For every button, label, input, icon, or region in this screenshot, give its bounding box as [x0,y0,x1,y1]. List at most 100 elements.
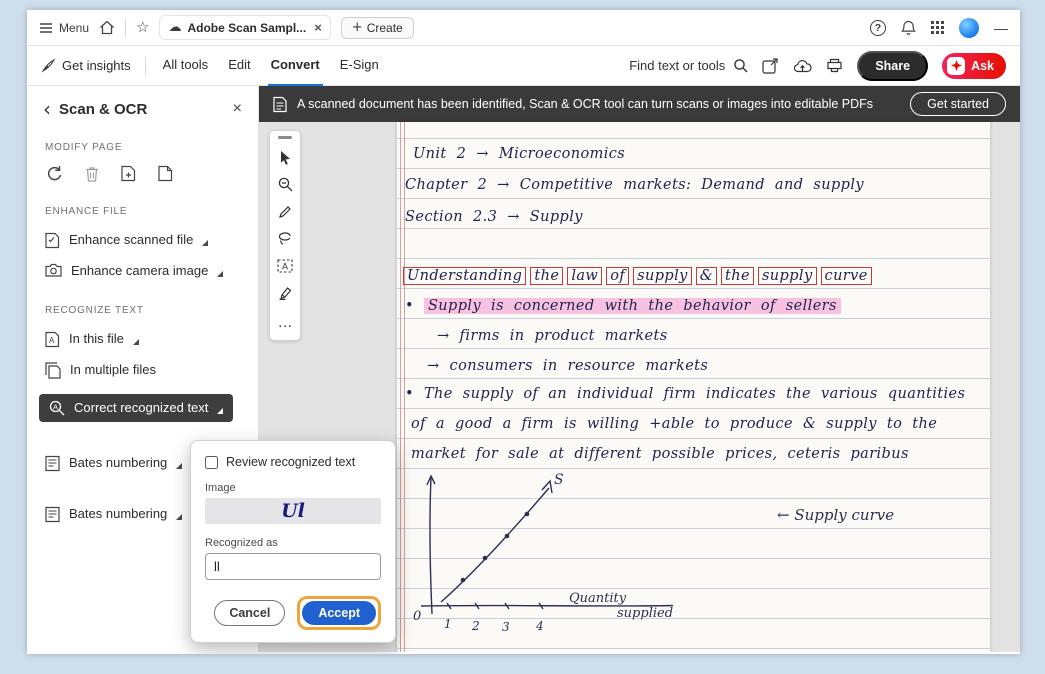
sidebar-item-in-multiple-files[interactable]: In multiple files [27,355,258,386]
handwriting-line: Unit 2 → Microeconomics [413,146,625,162]
submenu-corner-icon [217,408,223,414]
handwriting-line: → consumers in resource markets [427,358,708,374]
scanned-page[interactable]: Unit 2 → Microeconomics Chapter 2 → Comp… [397,122,990,652]
highlighted-text: Supply is concerned with the behavior of… [424,298,841,314]
section-recognize-text: RECOGNIZE TEXT [45,305,240,316]
more-tools-button[interactable]: … [272,309,298,336]
cancel-button[interactable]: Cancel [214,600,285,626]
tab-esign[interactable]: E-Sign [337,46,382,86]
app-switcher-icon[interactable] [931,21,944,34]
svg-text:A: A [49,336,55,345]
zoom-tool[interactable] [272,171,298,198]
notifications-bell-icon[interactable] [901,20,916,36]
share-button[interactable]: Share [857,51,928,81]
menu-button[interactable]: Menu [39,21,89,35]
submenu-corner-icon [202,240,208,246]
tab-label: Edit [228,57,250,72]
submenu-corner-icon [176,514,182,520]
text-recognition-tool[interactable]: A [272,252,298,279]
ask-ai-button[interactable]: Ask [942,53,1006,79]
export-icon[interactable] [762,58,779,74]
sidebar-item-label: Enhance camera image [71,263,208,278]
handwriting-line: Chapter 2 → Competitive markets: Demand … [405,177,864,193]
ocr-boxed-heading: Understanding the law of supply & the su… [403,267,872,285]
insert-page-icon[interactable] [121,165,136,182]
star-icon[interactable]: ☆ [136,20,149,35]
accept-button[interactable]: Accept [302,601,376,625]
submenu-corner-icon [217,271,223,277]
tab-label: Convert [271,57,320,72]
home-button[interactable] [99,20,115,35]
tab-convert[interactable]: Convert [268,46,323,86]
extract-page-icon[interactable] [158,165,173,182]
camera-icon [45,263,62,277]
ocr-word-box[interactable]: the [530,267,563,285]
search-icon [733,58,748,73]
delete-page-icon[interactable] [85,166,99,182]
get-insights-label: Get insights [62,58,131,73]
modify-page-tools [27,161,258,186]
ocr-word-box[interactable]: supply [758,267,817,285]
print-icon[interactable] [826,58,843,73]
titlebar-divider [125,19,126,37]
highlighter-tool[interactable] [272,279,298,306]
help-icon: ? [875,22,881,34]
correct-recognized-text-dialog: Review recognized text Image Ul Recogniz… [190,440,396,643]
ocr-word-box[interactable]: law [567,267,602,285]
document-tab[interactable]: ☁ Adobe Scan Sampl... × [159,15,330,40]
minimize-icon[interactable]: — [994,20,1008,36]
x-axis-label: Quantity [569,591,627,606]
bates-numbering-icon [45,455,60,472]
review-checkbox-label: Review recognized text [226,455,355,469]
content-area: ‹ Scan & OCR × MODIFY PAGE ENHANCE FILE … [27,86,1020,652]
ocr-suggestion-banner: A scanned document has been identified, … [259,86,1020,122]
tab-close-icon[interactable]: × [314,20,322,35]
ocr-word-box[interactable]: Understanding [403,267,526,285]
supply-curve-graph: S 0 1 2 3 4 Quantity supplied ← Supply c… [401,468,981,648]
handwriting-line: • The supply of an individual firm indic… [405,386,965,402]
lasso-tool[interactable] [272,225,298,252]
ocr-word-box[interactable]: of [606,267,629,285]
get-insights-button[interactable]: Get insights [41,58,131,73]
tab-all-tools[interactable]: All tools [160,46,212,86]
find-text-or-tools[interactable]: Find text or tools [629,58,748,73]
section-enhance-file: ENHANCE FILE [45,206,240,217]
tab-label: E-Sign [340,57,379,72]
profile-avatar[interactable] [959,18,979,38]
panel-close-icon[interactable]: × [233,100,242,118]
enhance-document-icon [45,232,60,249]
ocr-word-box[interactable]: the [721,267,754,285]
accept-highlight-ring: Accept [297,596,381,630]
rotate-page-icon[interactable] [45,165,63,182]
sidebar-item-enhance-scanned-file[interactable]: Enhance scanned file [27,225,258,256]
highlighted-line: • Supply is concerned with the behavior … [405,298,841,314]
panel-title: Scan & OCR [59,101,147,118]
plus-icon: + [352,21,363,34]
review-checkbox[interactable] [205,456,218,469]
help-button[interactable]: ? [870,20,886,36]
tab-edit[interactable]: Edit [225,46,253,86]
toolbar-right-group: Find text or tools Share Ask [629,51,1006,81]
pen-tool[interactable] [272,198,298,225]
recognized-as-input[interactable] [205,553,381,580]
select-tool[interactable] [272,144,298,171]
sidebar-item-in-this-file[interactable]: A In this file [27,324,258,355]
x-axis-label: supplied [617,606,673,621]
sidebar-item-enhance-camera-image[interactable]: Enhance camera image [27,256,258,285]
sidebar-item-label: Bates numbering [69,506,167,521]
ocr-word-box[interactable]: curve [821,267,872,285]
back-chevron-icon[interactable]: ‹ [43,102,51,116]
ocr-word-box[interactable]: supply [633,267,692,285]
ocr-word-box[interactable]: & [696,267,717,285]
sidebar-item-correct-recognized-text[interactable]: A Correct recognized text [39,394,233,422]
handwriting-line: Section 2.3 → Supply [405,209,583,225]
palette-drag-handle[interactable] [278,136,292,139]
cloud-upload-icon[interactable] [793,59,812,73]
get-started-button[interactable]: Get started [910,92,1006,116]
panel-header: ‹ Scan & OCR × [27,86,258,122]
review-checkbox-row: Review recognized text [205,455,381,469]
create-tab-button[interactable]: + Create [341,17,414,39]
home-icon [99,20,115,35]
sidebar-item-label: In multiple files [70,362,156,377]
sidebar-item-label: Bates numbering [69,455,167,470]
